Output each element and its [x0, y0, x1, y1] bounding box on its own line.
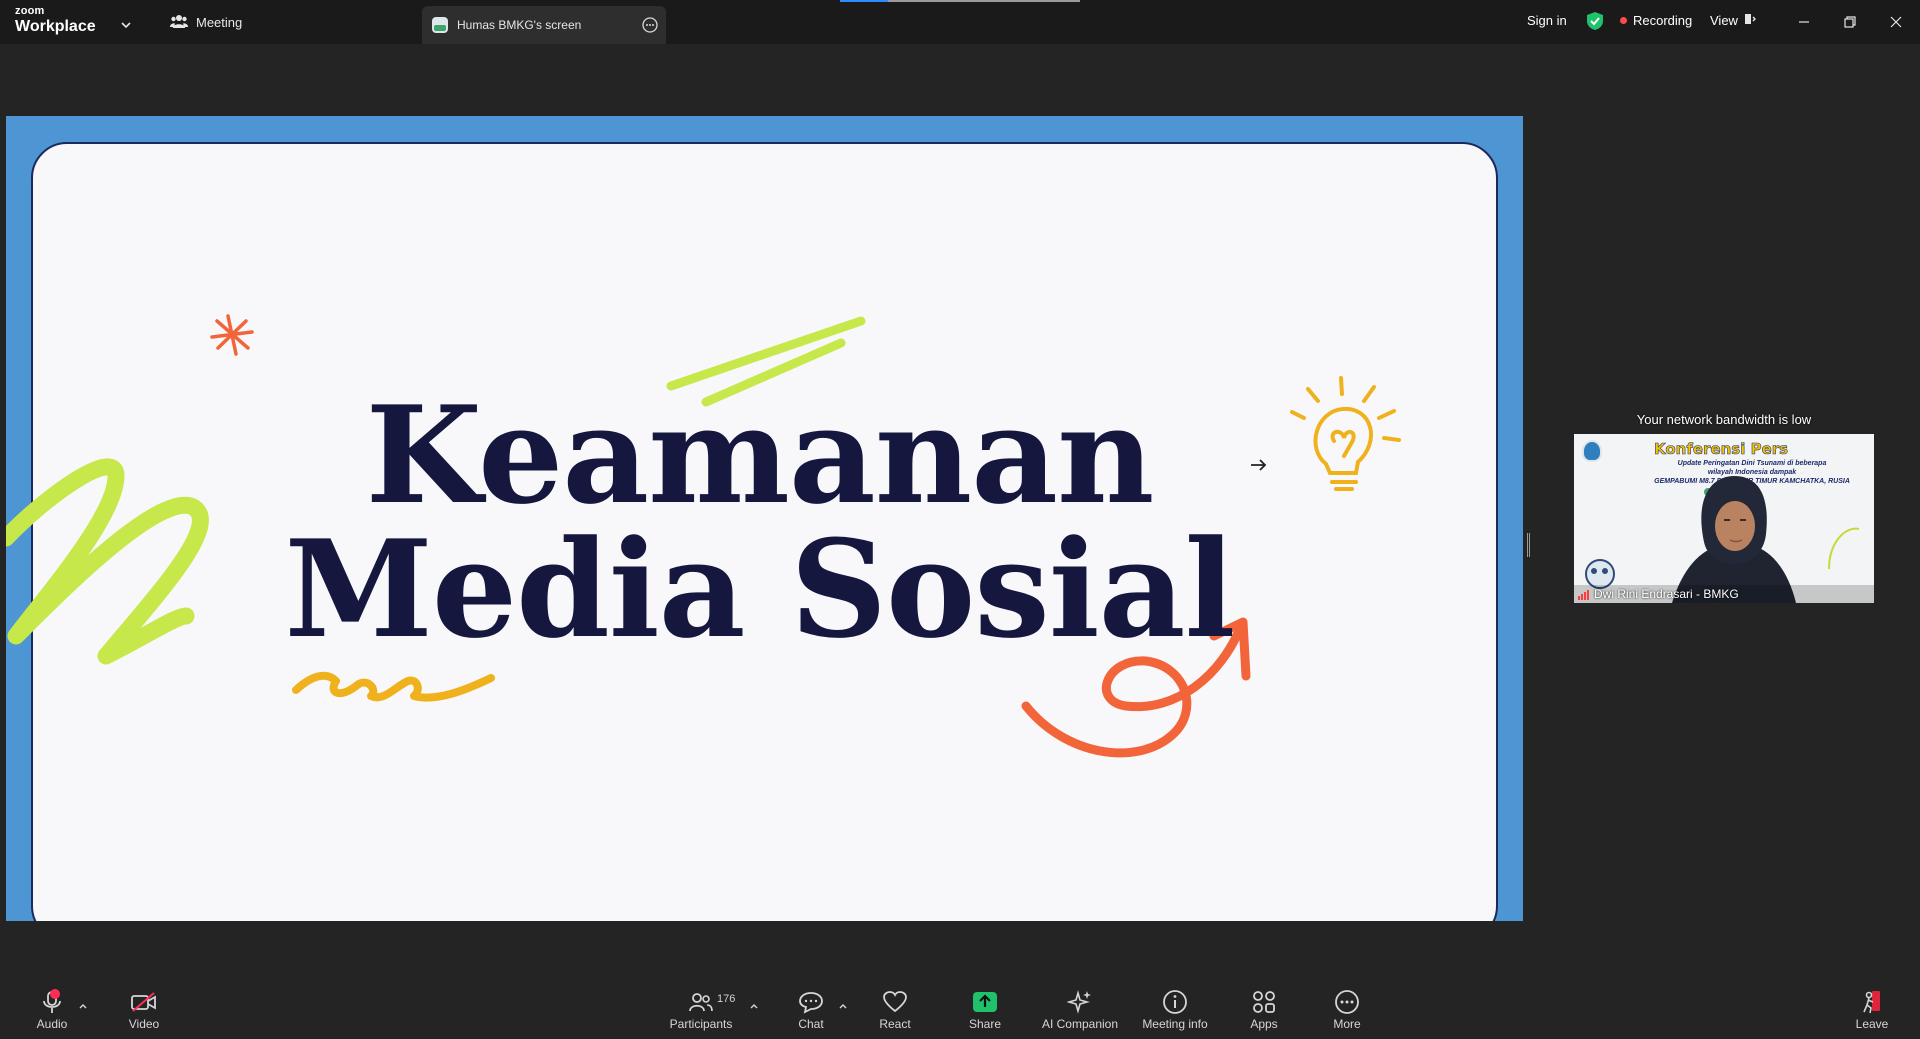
recording-indicator[interactable]: Recording [1620, 13, 1692, 28]
brand-small: zoom [15, 5, 45, 17]
video-label: Video [128, 1017, 160, 1031]
participant-video[interactable]: Konferensi Pers Update Peringatan Dini T… [1574, 434, 1874, 603]
apps-button[interactable]: Apps [1224, 989, 1304, 1031]
yellow-zigzag [292, 671, 495, 702]
share-screen-icon [972, 989, 998, 1015]
audio-options-chevron-icon[interactable] [78, 997, 88, 1015]
zoom-workplace-logo[interactable]: zoom Workplace [15, 6, 96, 35]
shield-check-icon[interactable] [1586, 11, 1604, 36]
chat-icon [798, 989, 824, 1015]
video-button[interactable]: Video [104, 989, 184, 1031]
apps-label: Apps [1250, 1017, 1278, 1031]
heart-icon [882, 989, 908, 1015]
leave-label: Leave [1855, 1017, 1889, 1031]
remote-cursor-icon [1250, 458, 1268, 476]
brand-big: Workplace [15, 18, 96, 35]
chat-label: Chat [798, 1017, 824, 1031]
shared-screen[interactable]: Keamanan Media Sosial [6, 116, 1523, 921]
participants-icon [688, 989, 714, 1015]
presenter-video-frame [1585, 476, 1860, 603]
restore-icon[interactable] [1838, 10, 1862, 34]
close-icon[interactable] [1884, 10, 1908, 34]
people-icon [170, 14, 188, 31]
audio-label: Audio [36, 1017, 68, 1031]
orange-asterisk [210, 314, 254, 356]
top-progress-bar [840, 0, 1080, 2]
slide-title-line-1: Keamanan [365, 376, 1155, 534]
participant-name: Dwi Rini Endrasari - BMKG [1594, 587, 1739, 601]
bandwidth-warning: Your network bandwidth is low [1636, 412, 1812, 427]
recording-dot-icon [1620, 17, 1627, 24]
panel-resize-handle[interactable] [1527, 533, 1530, 557]
signal-weak-icon [1578, 589, 1589, 600]
tab-shared-screen[interactable]: Humas BMKG's screen [422, 6, 666, 44]
share-label: Share [968, 1017, 1002, 1031]
ai-companion-button[interactable]: AI Companion [1040, 989, 1120, 1031]
meeting-info-button[interactable]: Meeting info [1135, 989, 1215, 1031]
chevron-down-icon[interactable] [121, 16, 131, 34]
view-label: View [1710, 13, 1738, 28]
view-layout-icon [1744, 13, 1756, 28]
chat-options-chevron-icon[interactable] [838, 997, 848, 1015]
info-icon [1162, 989, 1188, 1015]
sign-in-link[interactable]: Sign in [1527, 13, 1567, 28]
screen-share-icon [432, 17, 448, 33]
leave-icon [1859, 989, 1885, 1015]
minimize-icon[interactable] [1792, 10, 1816, 34]
slide-title-line-2: Media Sosial [284, 510, 1236, 668]
sparkle-icon [1067, 989, 1093, 1015]
meeting-tab-label: Meeting [196, 15, 243, 30]
video-off-icon [130, 989, 158, 1015]
more-dots-icon [1334, 989, 1360, 1015]
ai-companion-label: AI Companion [1041, 1017, 1119, 1031]
leave-button[interactable]: Leave [1832, 989, 1912, 1031]
title-bar: zoom Workplace Meeting Humas BMKG's scre… [0, 0, 1920, 44]
participants-options-chevron-icon[interactable] [749, 997, 759, 1015]
view-button[interactable]: View [1710, 13, 1756, 28]
more-label: More [1333, 1017, 1361, 1031]
more-button[interactable]: More [1307, 989, 1387, 1031]
share-button[interactable]: Share [945, 989, 1025, 1031]
more-options-icon[interactable] [642, 17, 658, 36]
mic-icon [40, 989, 64, 1015]
participants-count: 176 [717, 993, 736, 1005]
apps-icon [1251, 989, 1277, 1015]
tab-meeting[interactable]: Meeting [170, 14, 242, 31]
participant-name-bar: Dwi Rini Endrasari - BMKG [1574, 585, 1874, 603]
screen-tab-label: Humas BMKG's screen [457, 18, 582, 32]
react-label: React [879, 1017, 911, 1031]
recording-label: Recording [1633, 13, 1693, 28]
react-button[interactable]: React [855, 989, 935, 1031]
participants-label: Participants [669, 1017, 733, 1031]
meeting-toolbar: Audio Video Participants 176 Chat React [0, 975, 1920, 1039]
meeting-info-label: Meeting info [1142, 1017, 1208, 1031]
